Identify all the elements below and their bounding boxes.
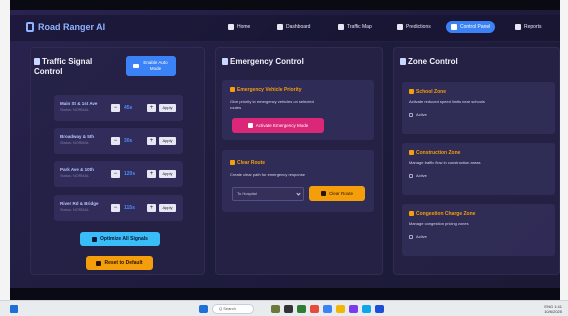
apply-button[interactable]: Apply [159,137,176,145]
nav-home-label: Home [237,24,251,30]
nav-reports-label: Reports [524,24,542,30]
nav-home[interactable]: Home [223,21,255,33]
emergency-control-title: Emergency Control [222,57,304,67]
signal-timing: 120s [124,171,136,177]
construction-zone-heading: Construction Zone [409,150,460,156]
nav-predictions-label: Predictions [406,24,431,30]
chevron-down-icon [296,191,301,196]
school-zone-heading: School Zone [409,89,446,95]
apply-button[interactable]: Apply [159,104,176,112]
nav-control-panel[interactable]: Control Panel [446,21,496,33]
decrease-button[interactable]: − [111,204,120,212]
app-icon[interactable] [362,305,371,313]
nav-control-panel-label: Control Panel [460,24,491,30]
app-icon[interactable] [375,305,384,313]
route-select[interactable]: To Hospital [232,187,304,201]
construction-icon [409,150,414,155]
dashboard-icon [277,24,283,30]
signal-row: Main St & 1st Ave Status: NORMAL − 45s +… [54,95,183,121]
traffic-signal-title: Traffic Signal Control [34,57,93,76]
bolt-icon [247,123,253,128]
traffic-light-icon [26,22,34,32]
apply-button[interactable]: Apply [159,170,176,178]
map-pin-icon [400,58,406,65]
signal-timing: 30s [124,138,133,144]
app-icon[interactable] [310,305,319,313]
construction-zone-checkbox[interactable] [409,174,413,178]
brand[interactable]: Road Ranger AI [26,22,105,32]
app-title: Road Ranger AI [38,22,106,32]
construction-zone-panel: Construction Zone Manage traffic flow in… [402,143,555,195]
decrease-button[interactable]: − [111,104,120,112]
congestion-zone-panel: Congestion Charge Zone Manage congestion… [402,204,555,256]
nav-dashboard[interactable]: Dashboard [272,21,315,33]
chart-icon [397,24,403,30]
home-icon [228,24,234,30]
app-icon[interactable] [297,305,306,313]
clear-route-text: Create clear path for emergency response [230,172,305,177]
signal-row: Park Ave & 10th Status: NORMAL − 120s + … [54,161,183,187]
robot-icon [132,64,139,68]
nav-traffic-map[interactable]: Traffic Map [333,21,377,33]
ambulance-icon [222,58,228,65]
folder-icon[interactable] [336,305,345,313]
window-top-strip [10,0,560,10]
money-icon [409,211,414,216]
optimize-all-signals-button[interactable]: Optimize All Signals [80,232,160,246]
magic-wand-icon [92,236,98,242]
decrease-button[interactable]: − [111,137,120,145]
taskbar-search[interactable]: Q Search [212,304,254,314]
car-icon [338,24,344,30]
screen: Road Ranger AI Home Dashboard Traffic Ma… [10,0,560,300]
signal-row: River Rd & Bridge Status: NORMAL − 115s … [54,195,183,221]
app-icon[interactable] [271,305,280,313]
clear-route-button[interactable]: Clear Route [309,186,365,201]
car-icon [320,191,326,196]
school-icon [409,89,414,94]
signal-row: Broadway & 5th Status: NORMAL − 30s + Ap… [54,128,183,154]
start-icon[interactable] [199,305,208,313]
clear-route-heading: Clear Route [230,160,265,166]
traffic-light-icon [34,58,40,65]
control-icon [451,24,457,30]
header: Road Ranger AI Home Dashboard Traffic Ma… [10,15,560,42]
route-icon [230,160,235,165]
windows-start-icon[interactable] [10,305,18,313]
nav-traffic-map-label: Traffic Map [347,24,372,30]
system-tray[interactable]: ENG 1:41 10/6/2025 [544,304,562,314]
emergency-priority-heading: Emergency Vehicle Priority [230,87,301,93]
zone-control-title: Zone Control [400,57,458,67]
school-zone-checkbox[interactable] [409,113,413,117]
emergency-priority-text: Give priority to emergency vehicles on s… [230,99,314,110]
signal-timing: 115s [124,205,135,211]
signal-timing: 45s [124,105,133,111]
enable-auto-mode-button[interactable]: Enable Auto Mode [126,56,176,76]
congestion-zone-checkbox[interactable] [409,235,413,239]
school-zone-panel: School Zone Activate reduced speed limit… [402,82,555,134]
ambulance-icon [230,87,235,92]
report-icon [515,24,521,30]
increase-button[interactable]: + [147,137,156,145]
decrease-button[interactable]: − [111,170,120,178]
increase-button[interactable]: + [147,170,156,178]
app-icon[interactable] [349,305,358,313]
nav-dashboard-label: Dashboard [286,24,311,30]
nav-reports[interactable]: Reports [510,21,547,33]
congestion-zone-heading: Congestion Charge Zone [409,211,475,217]
app-icon[interactable] [284,305,293,313]
reset-icon [96,260,102,266]
taskbar: Q Search ENG 1:41 10/6/2025 [0,300,568,316]
increase-button[interactable]: + [147,104,156,112]
activate-emergency-mode-button[interactable]: Activate Emergency Mode [232,118,324,133]
app-icon[interactable] [323,305,332,313]
nav-predictions[interactable]: Predictions [392,21,436,33]
reset-to-default-button[interactable]: Reset to Default [86,256,153,270]
apply-button[interactable]: Apply [159,204,176,212]
increase-button[interactable]: + [147,204,156,212]
